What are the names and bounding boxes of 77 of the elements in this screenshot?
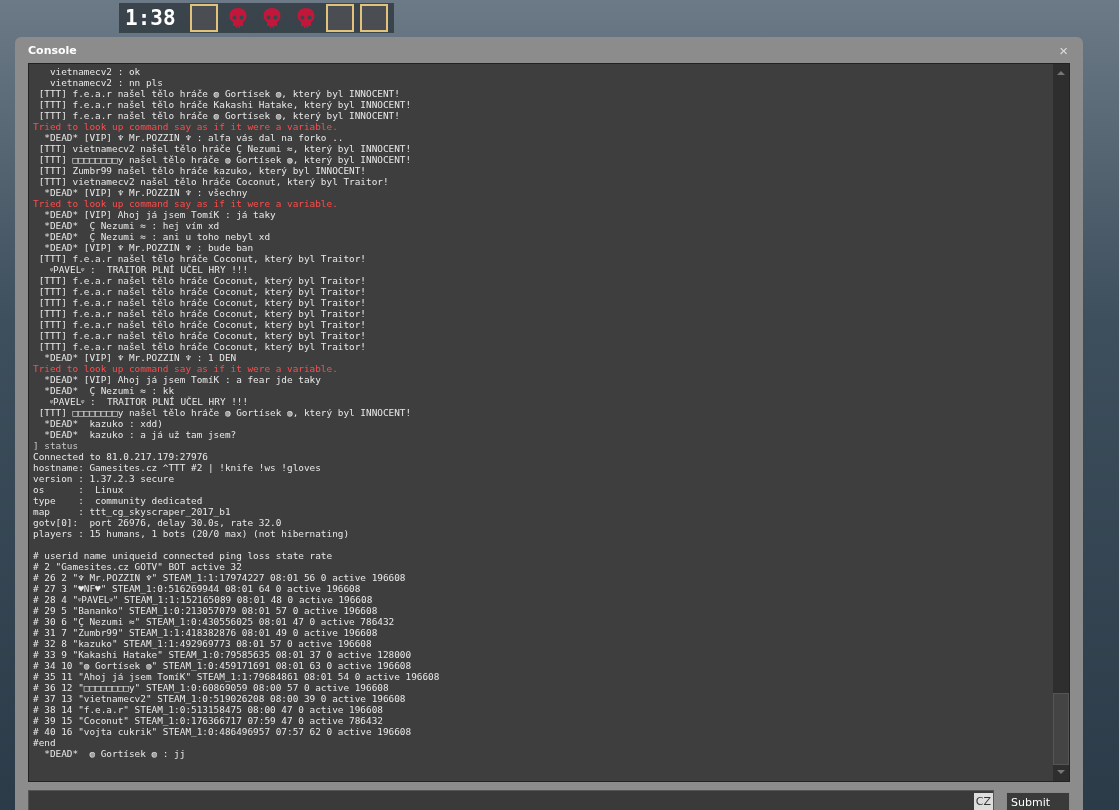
console-line: gotv[0]: port 26976, delay 30.0s, rate 32.0 [33,517,282,528]
scroll-thumb[interactable] [1053,693,1069,765]
console-line: [TTT] f.e.a.r našel tělo hráče Coconut, který byl Traitor! [37,330,366,341]
console-line: hostname: Gamesites.cz ^TTT #2 | !knife !ws !gloves [33,462,321,473]
console-line: # 33 9 "Kakashi Hatake" STEAM_1:0:79585635 08:01 37 0 active 128000 [33,649,412,660]
console-line: [TTT] f.e.a.r našel tělo hráče Kakashi Hatake, který byl INNOCENT! [37,99,412,110]
language-indicator: CZ [973,792,993,810]
console-line: [TTT] f.e.a.r našel tělo hráče Coconut, který byl Traitor! [37,275,366,286]
console-line: # 35 11 "Ahoj já jsem TomíK" STEAM_1:1:79684861 08:01 54 0 active 196608 [33,671,440,682]
console-line: *DEAD* [VIP] Ahoj já jsem TomíK : a fear jde taky [43,374,321,385]
command-input-field[interactable]: CZ [28,790,994,810]
console-line: # 30 6 "Ç Nezumi ≈" STEAM_1:0:430556025 08:01 47 0 active 786432 [33,616,395,627]
error-message: Tried to look up command say as if it were a variable. [33,363,338,374]
console-line: [TTT] f.e.a.r našel tělo hráče Coconut, který byl Traitor! [37,253,366,264]
console-line: # 37 13 "vietnamecv2" STEAM_1:0:519026208 08:00 39 0 active 196608 [33,693,406,704]
submit-button[interactable]: Submit [1006,792,1070,810]
console-line: # 2 "Gamesites.cz GOTV" BOT active 32 [33,561,242,572]
console-line: *DEAD* kazuko : xdd) [43,418,163,429]
scroll-down-icon[interactable] [1056,769,1066,775]
console-line: [TTT] f.e.a.r našel tělo hráče Coconut, který byl Traitor! [37,308,366,319]
console-line: # 36 12 "□□□□□□□□y" STEAM_1:0:60869059 08:00 57 0 active 196608 [33,682,389,693]
console-line: *DEAD* [VIP] ♆ Mr.POZZIN ♆ : bude ban [43,242,254,253]
console-line: vietnamecv2 : nn pls [48,77,163,88]
console-line: ᵠPAVELᵠ : TRAITOR PLNÍ UČEL HRY !!! [48,264,249,275]
console-line: [TTT] □□□□□□□□y našel tělo hráče ◍ Gortísek ◍, který byl INNOCENT! [37,407,412,418]
console-line: *DEAD* [VIP] ♆ Mr.POZZIN ♆ : všechny [43,187,248,198]
scrollbar[interactable] [1053,64,1069,781]
console-line: *DEAD* ◍ Gortísek ◍ : jj [43,748,186,759]
console-line: *DEAD* Ç Nezumi ≈ : ani u toho nebyl xd [43,231,271,242]
skull-icon [295,7,316,29]
console-line: # 28 4 "ᵠPAVELᵠ" STEAM_1:1:152165089 08:01 48 0 active 196608 [33,594,373,605]
scroll-up-icon[interactable] [1056,70,1066,76]
console-line: #end [33,737,56,748]
console-line: type : community dedicated [33,495,203,506]
console-line: map : ttt_cg_skyscraper_2017_b1 [33,506,231,517]
console-line: [TTT] f.e.a.r našel tělo hráče Coconut, který byl Traitor! [37,286,366,297]
console-line: # 27 3 "♥NF♥" STEAM_1:0:516269944 08:01 64 0 active 196608 [33,583,361,594]
round-timer: 1:38 [125,6,176,30]
console-line: # 29 5 "Bananko" STEAM_1:0:213057079 08:01 57 0 active 196608 [33,605,378,616]
avatar-placeholder [359,4,388,32]
console-line: *DEAD* [VIP] ♆ Mr.POZZIN ♆ : 1 DEN [43,352,237,363]
console-line: *DEAD* Ç Nezumi ≈ : kk [43,385,175,396]
console-line: *DEAD* kazuko : a já už tam jsem? [43,429,237,440]
console-line: ᵠPAVELᵠ : TRAITOR PLNÍ UČEL HRY !!! [48,396,249,407]
skull-icon [227,7,248,29]
skull-icon [261,7,282,29]
console-line: *DEAD* Ç Nezumi ≈ : hej vím xd [43,220,220,231]
console-line: # 40 16 "vojta cukrik" STEAM_1:0:486496957 07:57 62 0 active 196608 [33,726,412,737]
error-message: Tried to look up command say as if it were a variable. [33,121,338,132]
console-line: # 34 10 "◍ Gortísek ◍" STEAM_1:0:459171691 08:01 63 0 active 196608 [33,660,412,671]
window-title: Console [28,43,77,57]
console-line: *DEAD* [VIP] Ahoj já jsem TomíK : já taky [43,209,276,220]
avatar-placeholder [325,4,354,32]
console-line: # userid name uniqueid connected ping loss state rate [33,550,333,561]
console-line: players : 15 humans, 1 bots (20/0 max) (not hibernating) [33,528,350,539]
console-line: [TTT] f.e.a.r našel tělo hráče Coconut, který byl Traitor! [37,319,366,330]
console-line: [TTT] □□□□□□□□y našel tělo hráče ◍ Gortísek ◍, který byl INNOCENT! [37,154,412,165]
console-line: # 39 15 "Coconut" STEAM_1:0:176366717 07:59 47 0 active 786432 [33,715,383,726]
console-line: # 38 14 "f.e.a.r" STEAM_1:0:513158475 08:00 47 0 active 196608 [33,704,383,715]
console-line: Connected to 81.0.217.179:27976 [33,451,208,462]
error-message: Tried to look up command say as if it were a variable. [33,198,338,209]
console-line: *DEAD* [VIP] ♆ Mr.POZZIN ♆ : alfa vás dal na forko .. [43,132,344,143]
console-line: ] status [33,440,79,451]
console-line: version : 1.37.2.3 secure [33,473,175,484]
console-line: vietnamecv2 : ok [48,66,141,77]
console-line: # 26 2 "♆ Mr.POZZIN ♆" STEAM_1:1:17974227 08:01 56 0 active 196608 [33,572,406,583]
console-line: [TTT] vietnamecv2 našel tělo hráče Ç Nezumi ≈, který byl INNOCENT! [37,143,412,154]
console-line: [TTT] f.e.a.r našel tělo hráče Coconut, který byl Traitor! [37,341,366,352]
console-line: [TTT] f.e.a.r našel tělo hráče ◍ Gortísek ◍, který byl INNOCENT! [37,88,400,99]
console-line: # 31 7 "Zumbr99" STEAM_1:1:418382876 08:01 49 0 active 196608 [33,627,378,638]
console-line: os : Linux [33,484,124,495]
console-line: [TTT] f.e.a.r našel tělo hráče Coconut, který byl Traitor! [37,297,366,308]
console-line: [TTT] f.e.a.r našel tělo hráče ◍ Gortísek ◍, který byl INNOCENT! [37,110,400,121]
console-line: # 32 8 "kazuko" STEAM_1:1:492969773 08:01 57 0 active 196608 [33,638,372,649]
console-line: [TTT] Zumbr99 našel tělo hráče kazuko, který byl INNOCENT! [37,165,366,176]
avatar-placeholder [189,4,218,32]
console-line: [TTT] vietnamecv2 našel tělo hráče Coconut, který byl Traitor! [37,176,389,187]
